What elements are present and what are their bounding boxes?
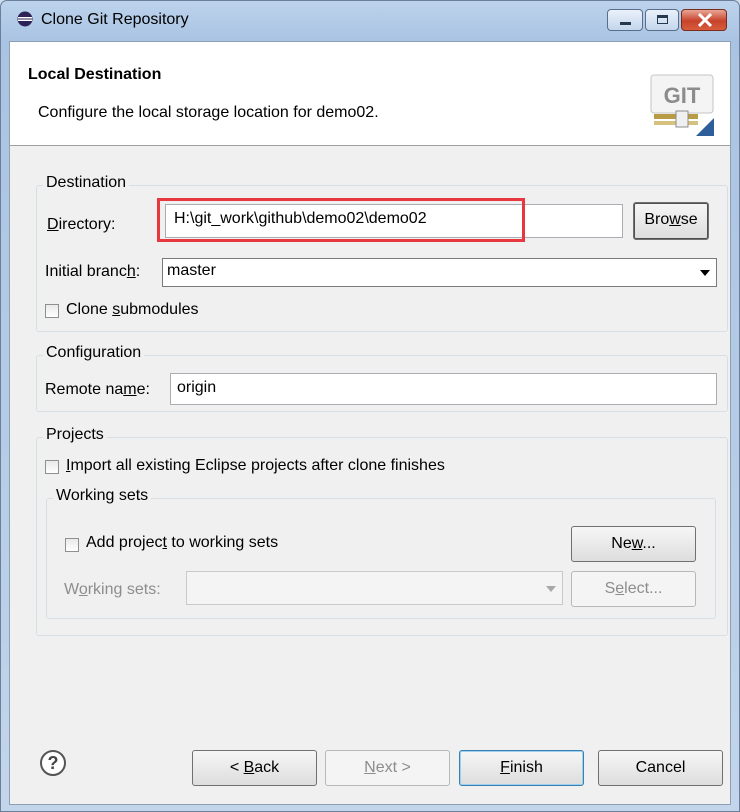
back-label-key: B [243, 759, 255, 776]
new-working-set-button[interactable]: New... [571, 526, 696, 562]
initial-branch-label: Initial branch: [45, 263, 140, 281]
finish-label-post: inish [509, 759, 543, 776]
next-label-post: ext > [375, 759, 411, 776]
branch-label-pre: Initial branc [45, 263, 127, 280]
remote-name-input[interactable]: origin [170, 373, 717, 405]
finish-button[interactable]: Finish [459, 750, 584, 786]
select-label-pre: S [604, 580, 616, 597]
browse-button[interactable]: Browse [633, 202, 709, 240]
configuration-group-title: Configuration [43, 344, 145, 362]
title-bar[interactable]: Clone Git Repository [1, 1, 739, 41]
select-label-post: lect... [624, 580, 663, 597]
add-to-working-sets-label[interactable]: Add project to working sets [86, 534, 278, 552]
eclipse-icon [17, 11, 33, 27]
new-label-key: w [631, 535, 643, 552]
next-button[interactable]: Next > [325, 750, 450, 786]
directory-value: H:\git_work\github\demo02\demo02 [174, 210, 427, 227]
add-label-post: to working sets [166, 534, 279, 551]
working-sets-select[interactable] [186, 571, 563, 605]
import-projects-checkbox[interactable] [45, 460, 59, 474]
remote-name-label: Remote name: [45, 381, 150, 399]
chevron-down-icon [546, 586, 556, 592]
chevron-down-icon [700, 270, 710, 276]
maximize-icon [657, 15, 668, 24]
git-logo-text: GIT [664, 83, 701, 108]
back-button[interactable]: < Back [192, 750, 317, 786]
browse-label-key: w [669, 211, 681, 228]
next-label-key: N [364, 759, 376, 776]
clone-submodules-checkbox[interactable] [45, 304, 59, 318]
select-label-key: e [615, 580, 625, 597]
help-icon: ? [47, 753, 59, 773]
directory-label: Directory: [47, 216, 115, 234]
sets-label-key: o [78, 581, 88, 598]
help-button[interactable]: ? [40, 750, 66, 776]
new-label-post: ... [642, 535, 656, 552]
initial-branch-value: master [167, 262, 216, 279]
branch-label-key: h [126, 263, 136, 280]
submodules-label-pre: Clone [66, 301, 113, 318]
window-title: Clone Git Repository [41, 11, 189, 28]
browse-label-post: se [680, 211, 698, 228]
sets-label-pre: W [64, 581, 79, 598]
sets-label-post: rking sets: [87, 581, 161, 598]
add-label-pre: Add projec [86, 534, 163, 551]
back-label-post: ack [254, 759, 280, 776]
minimize-button[interactable] [607, 9, 643, 31]
add-to-working-sets-checkbox[interactable] [65, 538, 79, 552]
import-label-post: mport all existing Eclipse projects afte… [70, 457, 445, 474]
page-description: Configure the local storage location for… [38, 104, 379, 121]
submodules-label-post: ubmodules [120, 301, 199, 318]
browse-label-pre: Bro [644, 211, 670, 228]
projects-group-title: Projects [43, 426, 107, 444]
select-working-sets-button[interactable]: Select... [571, 571, 696, 607]
initial-branch-select[interactable]: master [162, 258, 717, 287]
working-sets-label: Working sets: [64, 581, 161, 599]
cancel-label: Cancel [635, 759, 686, 776]
wizard-header: Local Destination Configure the local st… [10, 42, 730, 146]
maximize-button[interactable] [645, 9, 679, 31]
finish-label-key: F [500, 759, 510, 776]
directory-label-key: D [47, 216, 59, 233]
remote-label-pre: Remote na [45, 381, 124, 398]
cancel-button[interactable]: Cancel [598, 750, 723, 786]
import-projects-label[interactable]: Import all existing Eclipse projects aft… [66, 457, 445, 475]
remote-label-post: e: [136, 381, 150, 398]
directory-input[interactable]: H:\git_work\github\demo02\demo02 [165, 204, 623, 238]
branch-label-post: : [135, 263, 141, 280]
git-logo-icon: GIT [650, 74, 714, 136]
dialog-window: Clone Git Repository Local Destination C… [0, 0, 740, 812]
directory-label-post: irectory: [58, 216, 116, 233]
minimize-icon [620, 22, 631, 25]
back-label-pre: < [229, 759, 244, 776]
close-button[interactable] [681, 9, 727, 31]
clone-submodules-label[interactable]: Clone submodules [66, 301, 199, 319]
remote-name-value: origin [177, 379, 217, 396]
page-title: Local Destination [28, 66, 162, 83]
destination-group-title: Destination [43, 174, 130, 192]
close-icon [697, 13, 713, 27]
new-label-pre: Ne [611, 535, 632, 552]
working-sets-group-title: Working sets [53, 487, 152, 505]
remote-label-key: m [123, 381, 137, 398]
dialog-client: Local Destination Configure the local st… [9, 41, 731, 805]
